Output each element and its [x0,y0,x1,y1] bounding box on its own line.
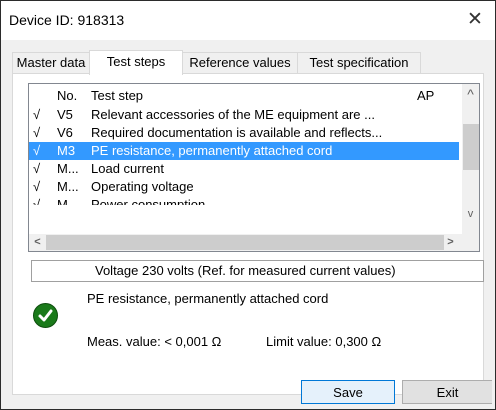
title-bar: Device ID: 918313 ✕ [1,1,495,40]
vertical-scrollbar[interactable]: ^ v [462,84,479,234]
checkmark-icon [38,309,53,322]
step-name: Required documentation is available and … [91,125,383,140]
step-name: Operating voltage [91,179,194,194]
check-mark: √ [33,179,41,194]
list-item-selected[interactable]: √ M3 PE resistance, permanently attached… [29,142,459,160]
step-name: PE resistance, permanently attached cord [91,143,333,158]
list-item[interactable]: √ M... Load current [29,160,459,178]
scroll-right-icon[interactable]: > [442,234,459,251]
reference-info-box: Voltage 230 volts (Ref. for measured cur… [31,260,484,282]
list-item[interactable]: √ M... Power consumption [29,196,459,205]
check-mark: √ [33,125,41,140]
list-item[interactable]: √ V5 Relevant accessories of the ME equi… [29,106,459,124]
list-item[interactable]: √ V6 Required documentation is available… [29,124,459,142]
check-mark: √ [33,107,41,122]
list-header: No. Test step AP [29,87,459,105]
tab-test-steps[interactable]: Test steps [89,50,183,75]
save-button[interactable]: Save [301,380,395,404]
vertical-scroll-thumb[interactable] [463,124,479,170]
scroll-left-icon[interactable]: < [29,234,46,251]
step-name: Relevant accessories of the ME equipment… [91,107,375,122]
limit-value: Limit value: 0,300 Ω [266,334,382,349]
exit-button[interactable]: Exit [402,380,492,404]
list-item[interactable]: √ M... Operating voltage [29,178,459,196]
horizontal-scrollbar[interactable]: < > [29,234,479,251]
check-mark: √ [33,161,41,176]
header-ap[interactable]: AP [417,87,434,105]
scroll-up-icon[interactable]: ^ [462,86,479,103]
close-icon[interactable]: ✕ [465,8,485,32]
step-name: Load current [91,161,164,176]
measured-value: Meas. value: < 0,001 Ω [87,334,222,349]
check-passed-icon [33,303,58,328]
check-mark: √ [33,197,41,205]
horizontal-scroll-thumb[interactable] [46,235,444,250]
window-title: Device ID: 918313 [9,12,125,28]
check-mark: √ [33,143,41,158]
reference-info-text: Voltage 230 volts (Ref. for measured cur… [95,263,396,278]
selected-step-title: PE resistance, permanently attached cord [87,291,329,306]
tab-master-data[interactable]: Master data [12,52,90,73]
tab-test-specification[interactable]: Test specification [297,52,421,73]
scroll-down-icon[interactable]: v [462,206,479,223]
test-steps-list[interactable]: No. Test step AP √ V5 Relevant accessori… [28,83,480,252]
tab-reference-values[interactable]: Reference values [182,52,298,73]
step-name: Power consumption [91,197,206,205]
header-test-step[interactable]: Test step [91,87,411,105]
